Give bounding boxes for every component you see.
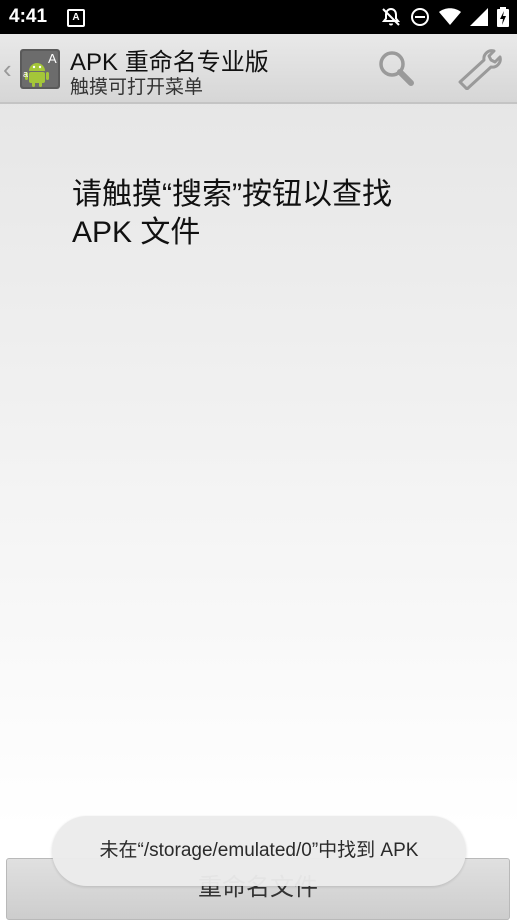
action-bar[interactable]: ‹ A a APK 重命名专业版 触摸可打开菜单 [0,34,517,104]
notification-a-icon: A [67,9,85,27]
wifi-icon [439,8,461,25]
search-button[interactable] [374,46,418,90]
toast-message: 未在“/storage/emulated/0”中找到 APK [52,816,466,886]
do-not-disturb-icon [411,8,429,26]
svg-text:A: A [48,51,57,66]
cell-signal-icon [470,8,488,26]
notifications-off-icon [381,7,401,26]
search-icon[interactable] [374,46,418,90]
svg-text:a: a [23,69,28,79]
status-bar: 4:41 A [0,0,517,34]
android-app-icon[interactable]: A a [20,49,60,89]
battery-charging-icon [497,7,509,27]
status-icons [381,6,509,28]
wrench-icon[interactable] [454,46,502,91]
status-time: 4:41 [9,6,48,27]
instruction-text: 请触摸“搜索”按钮以查找 APK 文件 [72,178,392,249]
back-chevron-icon[interactable]: ‹ [3,54,12,85]
app-subtitle: 触摸可打开菜单 [70,77,204,98]
settings-button[interactable] [454,46,502,91]
